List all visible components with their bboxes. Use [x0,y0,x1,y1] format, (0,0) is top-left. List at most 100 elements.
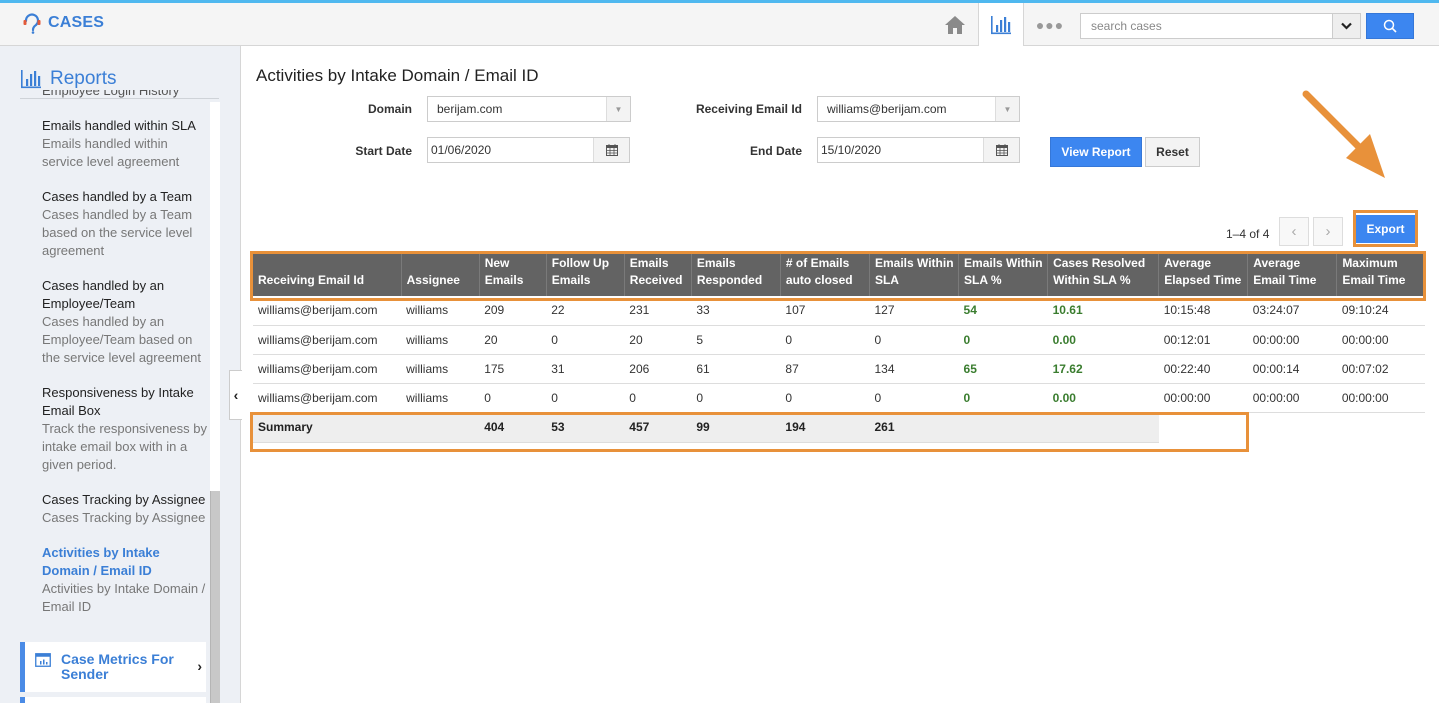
column-header-follow-up-emails[interactable]: Follow Up Emails [546,254,625,296]
cell-emails-within-sla: 134 [869,354,959,384]
column-header-text: Emails Within [964,256,1043,270]
sidebar-item-employee-login-history[interactable]: Employee Login History [42,90,208,100]
cell-avg-email-time: 03:24:07 [1247,296,1337,326]
sidebar-section-label: Case Metrics For Sender [61,651,174,682]
column-header-avg-email-time[interactable]: Average Email Time [1247,254,1338,296]
domain-select[interactable]: berijam.com ▼ [427,96,631,122]
sidebar-collapse-button[interactable]: ‹ [229,370,242,420]
cell-emails-within-sla: 127 [869,296,959,326]
sidebar-item-title: Cases Tracking by Assignee [42,492,206,507]
chevron-left-icon: ‹ [1291,223,1297,240]
cell-receiving-email-id: williams@berijam.com [253,325,402,355]
summary-row: Summary 404 53 457 99 194 261 [253,412,1425,443]
export-highlight: Export [1353,210,1418,247]
sidebar-item-cases-by-team[interactable]: Cases handled by a Team Cases handled by… [42,188,208,260]
column-header-emails-received[interactable]: Emails Received [624,254,692,296]
column-header-text: Receiving Email Id [258,273,365,287]
column-header-avg-elapsed-time[interactable]: Average Elapsed Time [1158,254,1249,296]
cell-assignee: williams [401,325,480,355]
cell-receiving-email-id: williams@berijam.com [253,383,402,413]
summary-cell-receiving-email-id: Summary [253,412,402,443]
sidebar-item-title: Emails handled within SLA [42,118,196,133]
top-bar: CASES ●●● [0,0,1439,46]
table-row[interactable]: williams@berijam.com williams 0 0 0 0 0 0 0 0.00 0… [253,383,1425,413]
column-header-emails-auto-closed[interactable]: # of Emails auto closed [780,254,870,296]
receiving-email-value: williams@berijam.com [827,102,947,116]
column-header-text: Cases Resolved [1053,256,1146,270]
sidebar-section-case-metrics-sender[interactable]: Case Metrics For Sender › [20,642,206,692]
end-date-input[interactable]: 15/10/2020 [817,137,1020,163]
column-header-emails-responded[interactable]: Emails Responded [691,254,781,296]
sidebar-item-title: Activities by Intake Domain / Email ID [42,545,160,578]
sidebar-item-desc: Cases handled by an Employee/Team based … [42,314,201,365]
column-header-new-emails[interactable]: New Emails [479,254,547,296]
search-input[interactable] [1081,14,1332,38]
export-button[interactable]: Export [1356,215,1415,243]
app-title: CASES [48,14,105,31]
search-box [1080,13,1361,39]
search-dropdown-toggle[interactable] [1332,14,1360,38]
sidebar-item-desc: Cases Tracking by Assignee [42,510,206,525]
more-dots-icon[interactable]: ●●● [1030,3,1070,46]
app-brand[interactable]: CASES [22,12,104,34]
sidebar-item-cases-tracking[interactable]: Cases Tracking by Assignee Cases Trackin… [42,491,208,527]
cell-follow-up-emails: 0 [546,325,625,355]
calendar-icon[interactable] [983,138,1019,162]
receiving-email-select[interactable]: williams@berijam.com ▼ [817,96,1020,122]
column-header-text: Email Time [1342,273,1406,287]
table-row[interactable]: williams@berijam.com williams 209 22 231 33 10… [253,296,1425,326]
next-page-button[interactable]: › [1313,217,1343,246]
summary-cell-avg-elapsed-time [1158,412,1248,442]
reset-button[interactable]: Reset [1145,137,1200,167]
search-icon [1383,19,1397,33]
sidebar-item-responsiveness[interactable]: Responsiveness by Intake Email Box Track… [42,384,208,474]
start-date-input[interactable]: 01/06/2020 [427,137,630,163]
column-header-text: auto closed [785,273,853,287]
cell-emails-within-sla-pct: 0 [958,383,1048,413]
summary-cell-emails-auto-closed: 194 [780,412,870,443]
home-icon [945,15,965,34]
column-header-receiving-email-id[interactable]: Receiving Email Id [253,254,402,296]
cell-avg-email-time: 00:00:14 [1247,354,1337,384]
cell-new-emails: 0 [479,383,547,413]
nav-reports[interactable] [978,3,1024,46]
column-header-text: Emails [551,273,591,287]
column-header-emails-within-sla-pct[interactable]: Emails Within SLA % [958,254,1049,296]
cell-assignee: williams [401,296,480,326]
cell-cases-resolved-within-sla-pct: 17.62 [1047,354,1159,384]
search-button[interactable] [1366,13,1414,39]
prev-page-button[interactable]: ‹ [1279,217,1309,246]
sidebar-section-next[interactable] [20,697,206,703]
sidebar-report-list: Employee Login History Emails handled wi… [42,90,208,616]
sidebar-item-emails-within-sla[interactable]: Emails handled within SLA Emails handled… [42,117,208,171]
column-header-emails-within-sla[interactable]: Emails Within SLA [869,254,960,296]
cell-new-emails: 20 [479,325,547,355]
cell-follow-up-emails: 0 [546,383,625,413]
cell-new-emails: 175 [479,354,547,384]
start-date-label: Start Date [355,144,412,158]
cell-max-email-time: 00:00:00 [1336,383,1425,413]
chevron-right-icon: › [1325,223,1331,240]
cell-avg-elapsed-time: 10:15:48 [1158,296,1248,326]
sidebar-item-activities-by-domain[interactable]: Activities by Intake Domain / Email ID A… [42,544,208,616]
cell-emails-auto-closed: 0 [780,383,870,413]
column-header-text: Responded [696,273,763,287]
calendar-icon[interactable] [593,138,629,162]
domain-label: Domain [367,102,412,116]
summary-cell-follow-up-emails: 53 [546,412,625,443]
sidebar-item-desc: Activities by Intake Domain / Email ID [42,581,206,614]
cell-follow-up-emails: 22 [546,296,625,326]
column-header-text: Emails Within [874,256,954,270]
column-header-max-email-time[interactable]: Maximum Email Time [1336,254,1425,296]
sidebar-item-cases-by-employee-team[interactable]: Cases handled by an Employee/Team Cases … [42,277,208,367]
table-header-row: Receiving Email Id Assignee New Emails Follo… [253,254,1425,296]
column-header-assignee[interactable]: Assignee [401,254,480,296]
sidebar-item-desc: Track the responsiveness by intake email… [42,421,207,472]
table-row[interactable]: williams@berijam.com williams 20 0 20 5 0 0 0 0.0… [253,325,1425,355]
view-report-button[interactable]: View Report [1050,137,1142,167]
summary-cell-cases-resolved-within-sla-pct [1047,412,1159,443]
table-row[interactable]: williams@berijam.com williams 175 31 206 61 87… [253,354,1425,384]
sidebar-scrollbar-thumb[interactable] [210,491,220,703]
column-header-cases-resolved-within-sla-pct[interactable]: Cases Resolved Within SLA % [1047,254,1160,296]
nav-home[interactable] [932,3,978,46]
